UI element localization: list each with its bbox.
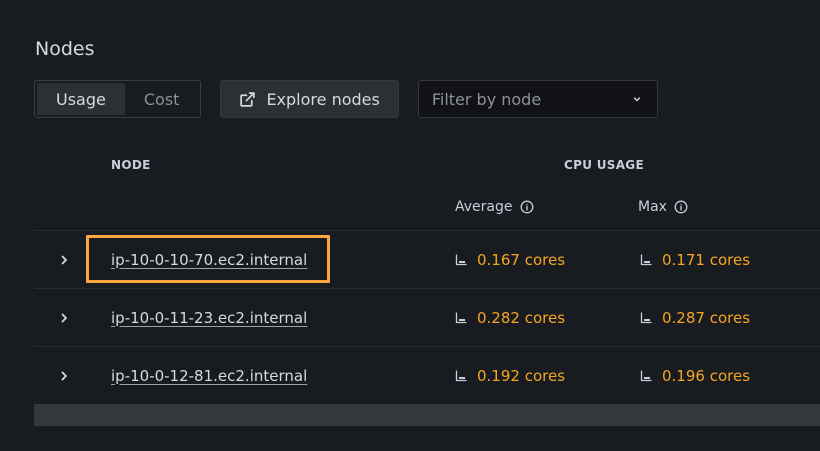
cpu-max-text: 0.287 cores <box>662 308 751 327</box>
gauge-icon <box>455 312 467 324</box>
table-row[interactable]: ip-10-0-12-81.ec2.internal 0.192 cores 0… <box>34 347 820 405</box>
horizontal-scrollbar[interactable] <box>34 404 820 426</box>
explore-nodes-label: Explore nodes <box>266 89 380 109</box>
chevron-right-icon[interactable] <box>58 370 70 382</box>
usage-tab[interactable]: Usage <box>37 83 125 115</box>
cpu-max-text: 0.171 cores <box>662 250 751 269</box>
page-title: Nodes <box>35 38 95 60</box>
cpu-average-value: 0.282 cores <box>455 309 565 327</box>
view-toggle: Usage Cost <box>34 80 202 118</box>
cpu-max-text: 0.196 cores <box>662 366 751 385</box>
node-link[interactable]: ip-10-0-11-23.ec2.internal <box>111 309 307 327</box>
cpu-average-text: 0.167 cores <box>477 250 566 269</box>
cpu-average-text: 0.192 cores <box>477 366 566 385</box>
subheader-average: Average <box>455 199 534 215</box>
external-link-icon <box>240 91 256 107</box>
gauge-icon <box>455 254 467 266</box>
col-header-node: NODE <box>111 158 151 172</box>
cost-tab[interactable]: Cost <box>125 83 199 115</box>
chevron-down-icon <box>633 97 641 102</box>
cpu-max-value: 0.287 cores <box>640 309 750 327</box>
table-subheader: Average Max <box>34 190 820 231</box>
cpu-average-value: 0.167 cores <box>455 251 565 269</box>
subheader-max-label: Max <box>638 199 667 215</box>
nodes-panel: Nodes Usage Cost Explore nodes Filter by… <box>0 0 820 451</box>
node-link[interactable]: ip-10-0-10-70.ec2.internal <box>111 251 307 269</box>
cpu-average-text: 0.282 cores <box>477 308 566 327</box>
cpu-average-value: 0.192 cores <box>455 367 565 385</box>
cpu-max-value: 0.196 cores <box>640 367 750 385</box>
chevron-right-icon[interactable] <box>58 312 70 324</box>
node-link[interactable]: ip-10-0-12-81.ec2.internal <box>111 367 307 385</box>
filter-by-node-select[interactable]: Filter by node <box>417 80 658 118</box>
gauge-icon <box>640 254 652 266</box>
subheader-max: Max <box>638 199 688 215</box>
nodes-table: NODE CPU USAGE Average Max ip-10-0-10-70… <box>34 140 820 405</box>
info-icon[interactable] <box>674 200 688 214</box>
table-header: NODE CPU USAGE <box>34 140 820 190</box>
gauge-icon <box>455 370 467 382</box>
explore-nodes-button[interactable]: Explore nodes <box>220 80 399 118</box>
chevron-right-icon[interactable] <box>58 254 70 266</box>
cpu-max-value: 0.171 cores <box>640 251 750 269</box>
toolbar: Usage Cost Explore nodes Filter by node <box>34 80 658 118</box>
gauge-icon <box>640 370 652 382</box>
table-row[interactable]: ip-10-0-11-23.ec2.internal 0.282 cores 0… <box>34 289 820 347</box>
filter-placeholder: Filter by node <box>431 89 542 109</box>
gauge-icon <box>640 312 652 324</box>
subheader-average-label: Average <box>455 199 513 215</box>
col-header-cpu-usage: CPU USAGE <box>564 158 644 172</box>
table-row[interactable]: ip-10-0-10-70.ec2.internal 0.167 cores 0… <box>34 231 820 289</box>
info-icon[interactable] <box>520 200 534 214</box>
